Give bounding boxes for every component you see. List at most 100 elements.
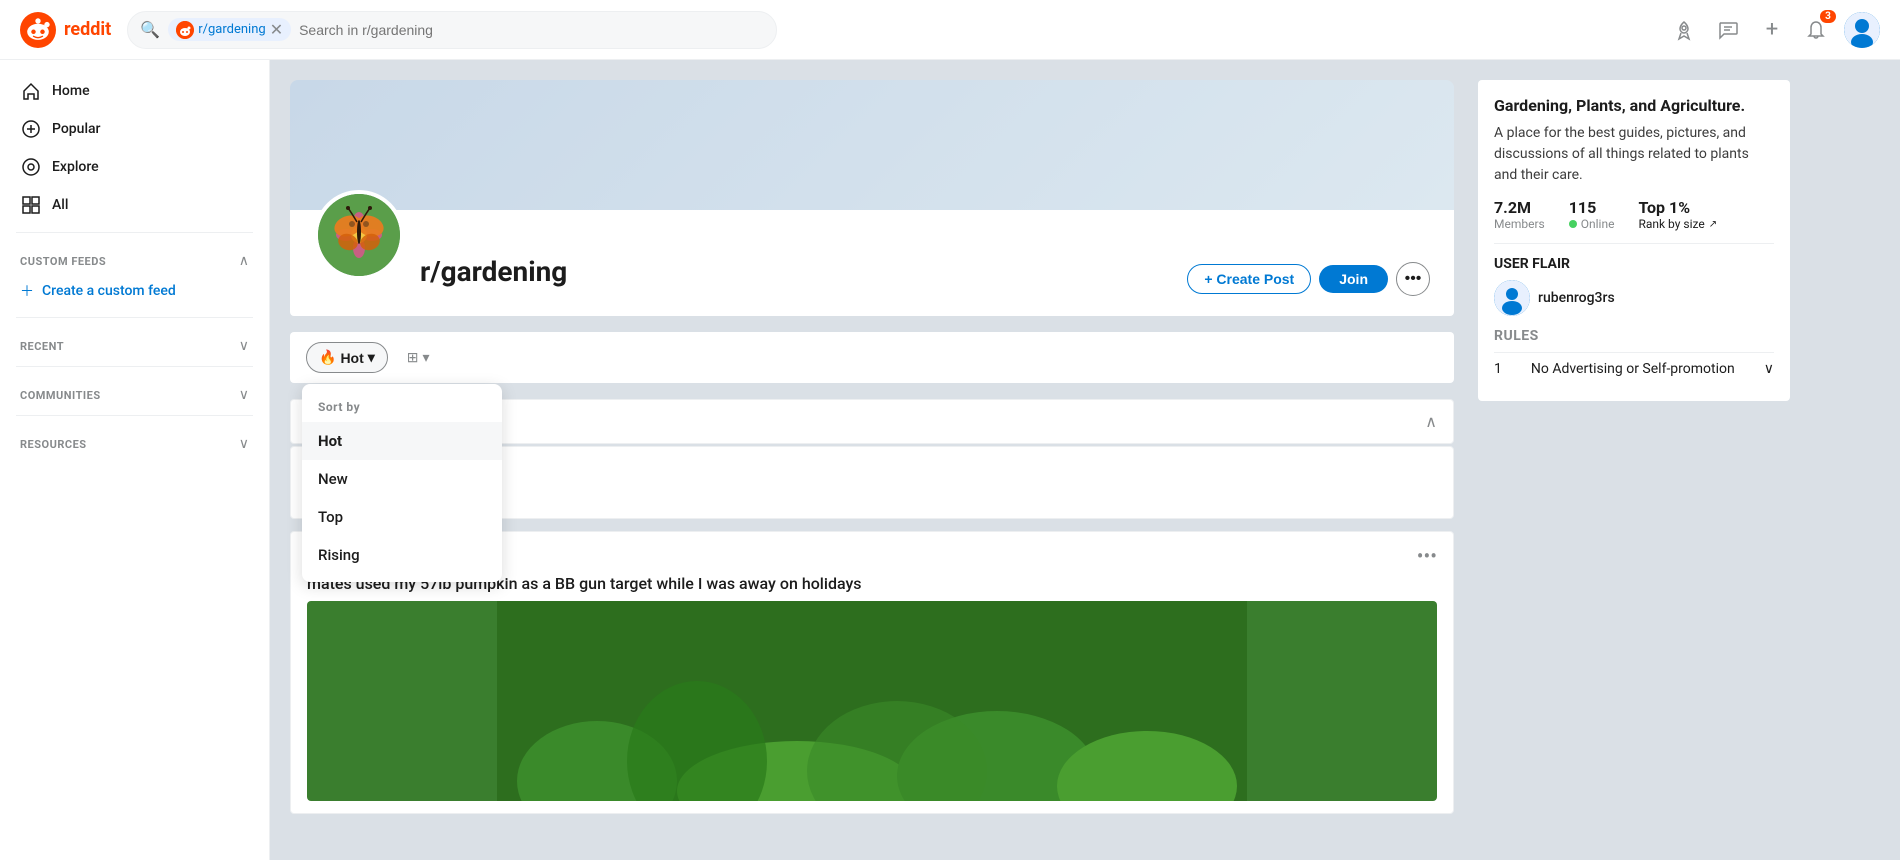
main-content: r/gardening + Create Post Join ••• — [270, 60, 1810, 860]
sidebar-divider-4 — [16, 415, 253, 416]
recent-chevron: ∨ — [239, 338, 249, 354]
rule-item-1[interactable]: 1 No Advertising or Self-promotion ∨ — [1494, 352, 1774, 385]
user-avatar[interactable] — [1844, 12, 1880, 48]
banner-background — [290, 80, 1454, 210]
all-label: All — [52, 197, 68, 213]
rule-number: 1 — [1494, 361, 1502, 377]
external-link-icon: ↗ — [1709, 219, 1717, 230]
search-tag[interactable]: r/gardening ✕ — [168, 18, 291, 41]
notification-wrapper[interactable]: 3 — [1800, 14, 1832, 46]
home-label: Home — [52, 83, 90, 99]
more-options-button[interactable]: ••• — [1396, 262, 1430, 296]
sort-chevron: ▾ — [368, 349, 375, 366]
resources-label: RESOURCES — [20, 438, 87, 451]
members-value: 7.2M — [1494, 198, 1545, 217]
sidebar-item-popular[interactable]: Popular — [0, 110, 269, 148]
logo-text: reddit — [64, 19, 111, 40]
popular-label: Popular — [52, 121, 101, 137]
recent-label: RECENT — [20, 340, 64, 353]
plus-icon-feed: ＋ — [20, 281, 34, 301]
community-info-title: Gardening, Plants, and Agriculture. — [1494, 96, 1774, 115]
popular-icon — [20, 118, 42, 140]
community-area: r/gardening + Create Post Join ••• — [290, 80, 1454, 840]
community-header: r/gardening + Create Post Join ••• — [290, 210, 1454, 316]
header-actions: + 3 — [1668, 12, 1880, 48]
view-chevron: ▾ — [423, 349, 430, 366]
create-custom-feed[interactable]: ＋ Create a custom feed — [0, 273, 269, 309]
sidebar-divider-3 — [16, 366, 253, 367]
communities-label: COMMUNITIES — [20, 389, 101, 402]
resources-section[interactable]: RESOURCES ∨ — [0, 424, 269, 456]
flair-avatar — [1494, 280, 1530, 316]
rules-title: RULES — [1494, 328, 1774, 344]
rank-stat: Top 1% Rank by size ↗ — [1638, 198, 1717, 231]
sidebar-item-all[interactable]: All — [0, 186, 269, 224]
sidebar-item-home[interactable]: Home — [0, 72, 269, 110]
all-icon — [20, 194, 42, 216]
notification-badge: 3 — [1820, 10, 1836, 23]
resources-chevron: ∨ — [239, 436, 249, 452]
recent-section[interactable]: RECENT ∨ — [0, 326, 269, 358]
reddit-logo-icon — [20, 12, 56, 48]
logo[interactable]: reddit — [20, 12, 111, 48]
rule-chevron: ∨ — [1764, 361, 1774, 377]
rank-label[interactable]: Rank by size ↗ — [1638, 217, 1717, 231]
search-input[interactable] — [299, 22, 764, 38]
collapse-icon: ∧ — [1425, 412, 1437, 431]
search-tag-label[interactable]: r/gardening — [198, 22, 265, 37]
post2-image — [307, 601, 1437, 801]
sort-bar: 🔥 Hot ▾ ⊞ ▾ Sort by Hot New Top Rising — [290, 332, 1454, 383]
sort-option-new[interactable]: New — [302, 460, 502, 498]
community-info-widget: Gardening, Plants, and Agriculture. A pl… — [1478, 80, 1790, 401]
post2-more-btn[interactable]: ••• — [1417, 544, 1437, 568]
community-avatar — [314, 190, 404, 280]
join-button[interactable]: Join — [1319, 265, 1388, 293]
explore-icon — [20, 156, 42, 178]
subreddit-tag-icon — [176, 21, 194, 39]
members-label: Members — [1494, 217, 1545, 231]
community-stats: 7.2M Members 115 Online Top 1% — [1494, 198, 1774, 231]
plus-icon[interactable]: + — [1756, 14, 1788, 46]
user-flair-section: USER FLAIR rubenrog3rs — [1494, 243, 1774, 316]
award-icon[interactable] — [1668, 14, 1700, 46]
sidebar-item-explore[interactable]: Explore — [0, 148, 269, 186]
sort-option-top[interactable]: Top — [302, 498, 502, 536]
view-toggle-button[interactable]: ⊞ ▾ — [396, 342, 441, 373]
online-dot — [1569, 220, 1577, 228]
sort-hot-button[interactable]: 🔥 Hot ▾ — [306, 342, 388, 373]
user-flair-row[interactable]: rubenrog3rs — [1494, 280, 1774, 316]
sort-option-hot[interactable]: Hot — [302, 422, 502, 460]
rank-value: Top 1% — [1638, 198, 1717, 217]
create-post-button[interactable]: + Create Post — [1187, 264, 1311, 294]
members-stat: 7.2M Members — [1494, 198, 1545, 231]
sort-dropdown-label: Sort by — [302, 392, 502, 422]
explore-label: Explore — [52, 159, 99, 175]
sidebar-right: Gardening, Plants, and Agriculture. A pl… — [1478, 80, 1790, 840]
sort-option-rising[interactable]: Rising — [302, 536, 502, 574]
custom-feeds-section[interactable]: CUSTOM FEEDS ∧ — [0, 241, 269, 273]
sort-label: Hot — [340, 350, 363, 366]
home-icon — [20, 80, 42, 102]
communities-section[interactable]: COMMUNITIES ∨ — [0, 375, 269, 407]
custom-feeds-chevron: ∧ — [239, 253, 249, 269]
search-icon: 🔍 — [140, 20, 160, 39]
chat-icon[interactable] — [1712, 14, 1744, 46]
sidebar-left: Home Popular Explore All CUSTOM FEEDS ∧ … — [0, 60, 270, 860]
community-name-wrapper: r/gardening — [420, 255, 567, 300]
subreddit-snoo-icon — [176, 21, 194, 39]
online-value: 115 — [1569, 198, 1615, 217]
community-name: r/gardening — [420, 255, 567, 288]
sort-dropdown: Sort by Hot New Top Rising — [302, 384, 502, 582]
view-icon: ⊞ — [407, 349, 419, 366]
communities-chevron: ∨ — [239, 387, 249, 403]
rule-label: No Advertising or Self-promotion — [1531, 361, 1735, 377]
community-actions: + Create Post Join ••• — [1187, 262, 1430, 300]
search-bar[interactable]: 🔍 r/gardening ✕ — [127, 11, 777, 49]
flair-username: rubenrog3rs — [1538, 290, 1615, 306]
user-flair-title: USER FLAIR — [1494, 256, 1774, 272]
header: reddit 🔍 r/gardening ✕ — [0, 0, 1900, 60]
rules-section: RULES 1 No Advertising or Self-promotion… — [1494, 328, 1774, 385]
more-icon: ••• — [1405, 270, 1422, 288]
custom-feeds-label: CUSTOM FEEDS — [20, 255, 106, 268]
search-tag-remove[interactable]: ✕ — [270, 20, 283, 39]
